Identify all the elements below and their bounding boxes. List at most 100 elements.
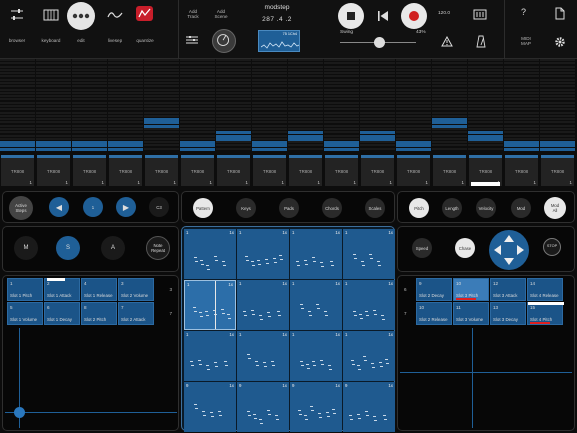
level-meter[interactable]: [216, 59, 251, 151]
edit-button[interactable]: edit: [64, 0, 98, 52]
level-meter[interactable]: [72, 59, 107, 151]
mixer-channel-16[interactable]: TR808 1: [540, 59, 575, 190]
clip-cell[interactable]: 9 1x: [184, 382, 236, 432]
pad-slot[interactable]: 14 Slot 4 Release: [527, 278, 563, 301]
channel-name-button[interactable]: TR8081: [469, 155, 502, 186]
length-button[interactable]: Length: [442, 198, 462, 218]
level-meter[interactable]: [396, 59, 431, 151]
level-meter[interactable]: [360, 59, 395, 151]
clip-cell[interactable]: 1 1x: [184, 331, 236, 381]
clip-cell[interactable]: 1 1x: [290, 331, 342, 381]
pad-slot[interactable]: 7 Slot 2 Attack: [118, 302, 154, 325]
tab-scales[interactable]: Scales: [365, 198, 385, 218]
channel-name-button[interactable]: TR8081: [361, 155, 394, 186]
arm-button[interactable]: A: [101, 236, 125, 260]
channel-name-button[interactable]: TR8081: [289, 155, 322, 186]
level-meter[interactable]: [540, 59, 575, 151]
mixer-channel-14[interactable]: TR8081: [468, 59, 503, 190]
level-meter[interactable]: [108, 59, 143, 151]
level-meter[interactable]: [468, 59, 503, 151]
level-meter[interactable]: [252, 59, 287, 151]
metronome-pyramid-icon[interactable]: [476, 35, 486, 48]
tab-keys[interactable]: Keys: [236, 198, 256, 218]
clip-cell[interactable]: 1 1x: [290, 229, 342, 279]
swing-slider-thumb[interactable]: [374, 37, 385, 48]
channel-name-button[interactable]: TR8081: [1, 155, 34, 186]
clip-cell[interactable]: 1 1x: [184, 280, 236, 330]
tap-tempo-icon[interactable]: [473, 8, 487, 21]
level-meter[interactable]: [432, 59, 467, 151]
loop-region-display[interactable]: 75 1Ch4: [258, 30, 300, 52]
pad-slot[interactable]: 10 Slot 2 Release: [416, 302, 452, 325]
channel-name-button[interactable]: TR8081: [433, 155, 466, 186]
tempo-display[interactable]: 120.0: [438, 11, 450, 16]
level-meter[interactable]: [324, 59, 359, 151]
clip-cell[interactable]: 1 1x: [237, 331, 289, 381]
tab-chords[interactable]: Chords: [322, 198, 342, 218]
pad-slot[interactable]: 3 Slot 2 Volume: [118, 278, 154, 301]
speed-button[interactable]: Speed: [412, 238, 432, 258]
mixer-channel-11[interactable]: TR808 1: [360, 59, 395, 190]
clip-cell[interactable]: 1 1x: [343, 229, 395, 279]
add-scene-button[interactable]: Add Scene: [208, 9, 234, 19]
pad-slot[interactable]: 11 Slot 3 Volume: [453, 302, 489, 325]
pitch-button[interactable]: Pitch: [409, 198, 429, 218]
pad-slot[interactable]: 15 Slot 4 Pitch: [527, 302, 564, 325]
level-meter[interactable]: [180, 59, 215, 151]
clip-cell[interactable]: 1 1x: [343, 331, 395, 381]
channel-name-button[interactable]: TR8081: [37, 155, 70, 186]
tab-pattern[interactable]: Pattern: [193, 198, 213, 218]
clip-cell[interactable]: 1 1x: [237, 229, 289, 279]
channel-name-button[interactable]: TR8081: [253, 155, 286, 186]
clip-cell[interactable]: 1 1x: [184, 229, 236, 279]
mixer-channel-12[interactable]: TR808 1: [396, 59, 431, 190]
clip-cell[interactable]: 1 1x: [290, 280, 342, 330]
channel-name-button[interactable]: TR8081: [181, 155, 214, 186]
root-note-button[interactable]: C3: [149, 197, 169, 217]
pad-slot[interactable]: 5 Slot 1 Volume: [7, 302, 43, 325]
channel-name-button[interactable]: TR8081: [217, 155, 250, 186]
active-steps-button[interactable]: Active Steps: [9, 196, 33, 220]
mixer-channel-10[interactable]: TR808 1: [324, 59, 359, 190]
level-meter[interactable]: [0, 59, 35, 151]
pad-slot[interactable]: 12 Slot 3 Attack: [490, 278, 526, 301]
mod-button[interactable]: Mod: [511, 198, 531, 218]
midi-map-button[interactable]: MIDI MAP: [514, 36, 538, 46]
stop-dial[interactable]: STOP: [543, 238, 561, 256]
mixer-channel-6[interactable]: TR808 1: [180, 59, 215, 190]
channel-name-button[interactable]: TR8081: [541, 155, 574, 186]
chase-button[interactable]: Chase: [455, 238, 475, 258]
level-meter[interactable]: [288, 59, 323, 151]
tab-pads[interactable]: Pads: [279, 198, 299, 218]
channel-name-button[interactable]: TR8081: [73, 155, 106, 186]
mixer-channel-3[interactable]: TR808 1: [72, 59, 107, 190]
clip-cell[interactable]: 9 1x: [237, 382, 289, 432]
level-meter[interactable]: [504, 59, 539, 151]
pad-slot[interactable]: 8 Slot 2 Pitch: [81, 302, 117, 325]
mixer-channel-9[interactable]: TR808 1: [288, 59, 323, 190]
rewind-button[interactable]: [377, 9, 389, 21]
stop-button[interactable]: [338, 3, 364, 29]
channel-name-button[interactable]: TR8081: [109, 155, 142, 186]
keyboard-button[interactable]: keyboard: [34, 0, 68, 52]
level-meter[interactable]: [144, 59, 179, 151]
mixer-channel-7[interactable]: TR808 1: [216, 59, 251, 190]
channel-name-button[interactable]: TR8081: [145, 155, 178, 186]
channel-name-button[interactable]: TR8081: [325, 155, 358, 186]
clip-cell[interactable]: 9 1x: [290, 382, 342, 432]
channel-name-button[interactable]: TR8081: [397, 155, 430, 186]
pad-slot[interactable]: 13 Slot 3 Decay: [490, 302, 526, 325]
level-meter[interactable]: [36, 59, 71, 151]
octave-down-button[interactable]: ◀: [49, 197, 69, 217]
pad-slot[interactable]: 9 Slot 2 Decay: [416, 278, 452, 301]
mixer-channel-2[interactable]: TR808 1: [36, 59, 71, 190]
xy-touch-pad[interactable]: [400, 328, 572, 428]
xy-cursor[interactable]: [14, 407, 25, 418]
mixer-channel-1[interactable]: TR808 1: [0, 59, 35, 190]
document-icon[interactable]: [555, 7, 565, 20]
add-track-button[interactable]: Add Track: [180, 9, 206, 19]
record-button[interactable]: [401, 3, 427, 29]
solo-button[interactable]: S: [56, 236, 80, 260]
mixer-channel-4[interactable]: TR808 1: [108, 59, 143, 190]
channel-name-button[interactable]: TR8081: [505, 155, 538, 186]
